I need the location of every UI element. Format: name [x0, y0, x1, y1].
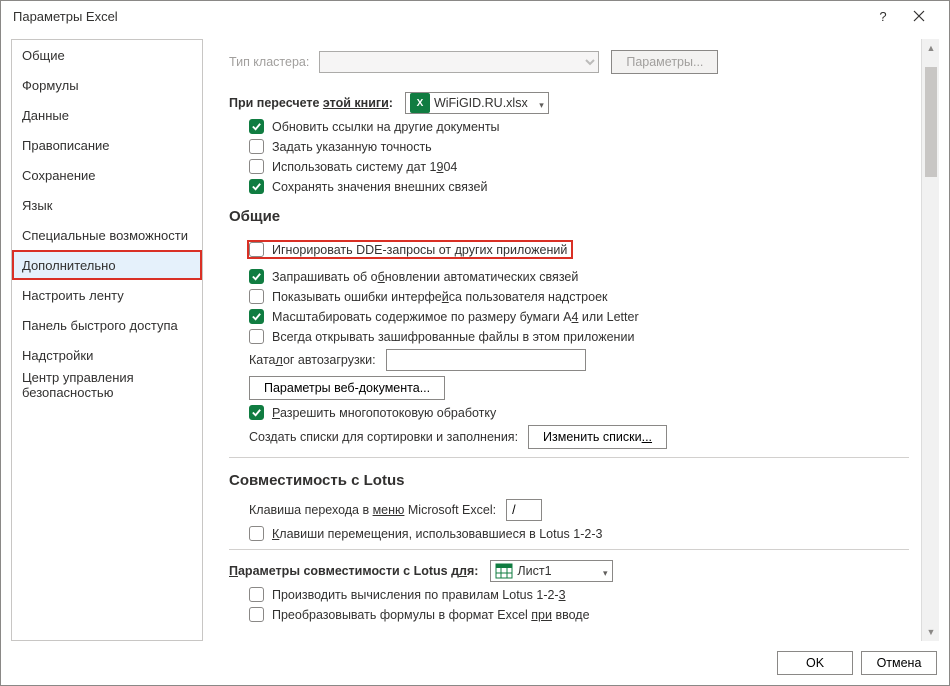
- scroll-thumb[interactable]: [925, 67, 937, 177]
- label-lotus-eval: Производить вычисления по правилам Lotus…: [272, 588, 566, 602]
- menu-key-input[interactable]: [506, 499, 542, 521]
- excel-options-window: Параметры Excel ? Общие Формулы Данные П…: [0, 0, 950, 686]
- sidebar-item-advanced[interactable]: Дополнительно: [12, 250, 202, 280]
- scroll-up-icon[interactable]: ▲: [922, 39, 940, 57]
- checkbox-show-addin-errors[interactable]: [249, 289, 264, 304]
- sort-lists-label: Создать списки для сортировки и заполнен…: [249, 430, 518, 444]
- sidebar-item-language[interactable]: Язык: [12, 190, 202, 220]
- sheet-icon: [495, 563, 513, 579]
- lotus-compat-label: Параметры совместимости с Lotus для:: [229, 564, 478, 578]
- recalc-label: При пересчете этой книги:: [229, 96, 393, 110]
- sidebar-item-accessibility[interactable]: Специальные возможности: [12, 220, 202, 250]
- ok-button[interactable]: OK: [777, 651, 853, 675]
- row-ignore-dde: Игнорировать DDE-запросы от других прило…: [247, 240, 573, 259]
- label-scale-a4: Масштабировать содержимое по размеру бум…: [272, 310, 639, 324]
- sidebar-item-customize-ribbon[interactable]: Настроить ленту: [12, 280, 202, 310]
- sidebar-item-save[interactable]: Сохранение: [12, 160, 202, 190]
- window-title: Параметры Excel: [13, 9, 865, 24]
- checkbox-open-encrypted[interactable]: [249, 329, 264, 344]
- sidebar-item-formulas[interactable]: Формулы: [12, 70, 202, 100]
- checkbox-lotus-nav[interactable]: [249, 526, 264, 541]
- titlebar: Параметры Excel ?: [1, 1, 949, 31]
- cancel-button[interactable]: Отмена: [861, 651, 937, 675]
- autoload-input[interactable]: [386, 349, 586, 371]
- menu-key-label: Клавиша перехода в меню Microsoft Excel:: [249, 503, 496, 517]
- checkbox-scale-a4[interactable]: [249, 309, 264, 324]
- options-content: Тип кластера: Параметры... При пересчете…: [213, 39, 921, 641]
- scroll-down-icon[interactable]: ▼: [922, 623, 940, 641]
- label-keep-external: Сохранять значения внешних связей: [272, 180, 487, 194]
- label-use-1904: Использовать систему дат 1904: [272, 160, 457, 174]
- checkbox-multithread[interactable]: [249, 405, 264, 420]
- autoload-label: Каталог автозагрузки:: [249, 353, 376, 367]
- cluster-params-button: Параметры...: [611, 50, 718, 74]
- options-sidebar[interactable]: Общие Формулы Данные Правописание Сохран…: [11, 39, 203, 641]
- lotus-compat-sheet-select[interactable]: Лист1▾: [490, 560, 612, 582]
- web-options-button[interactable]: Параметры веб-документа...: [249, 376, 445, 400]
- sidebar-item-general[interactable]: Общие: [12, 40, 202, 70]
- sidebar-item-addins[interactable]: Надстройки: [12, 340, 202, 370]
- checkbox-lotus-eval[interactable]: [249, 587, 264, 602]
- label-update-links: Обновить ссылки на другие документы: [272, 120, 500, 134]
- label-lotus-nav: Клавиши перемещения, использовавшиеся в …: [272, 527, 602, 541]
- content-scrollbar[interactable]: ▲ ▼: [921, 39, 939, 641]
- label-ask-update: Запрашивать об обновлении автоматических…: [272, 270, 578, 284]
- sidebar-item-qat[interactable]: Панель быстрого доступа: [12, 310, 202, 340]
- checkbox-ask-update[interactable]: [249, 269, 264, 284]
- label-ignore-dde: Игнорировать DDE-запросы от других прило…: [272, 243, 567, 257]
- chevron-down-icon: ▾: [539, 100, 544, 111]
- label-set-precision: Задать указанную точность: [272, 140, 432, 154]
- section-general-heading: Общие: [229, 208, 909, 225]
- recalc-workbook-select[interactable]: X WiFiGID.RU.xlsx▾: [405, 92, 549, 114]
- checkbox-ignore-dde[interactable]: [249, 242, 264, 257]
- cluster-type-label: Тип кластера:: [229, 55, 309, 69]
- close-button[interactable]: [901, 1, 937, 31]
- sidebar-item-trust-center[interactable]: Центр управления безопасностью: [12, 370, 202, 400]
- sidebar-item-proofing[interactable]: Правописание: [12, 130, 202, 160]
- label-show-addin-errors: Показывать ошибки интерфейса пользовател…: [272, 290, 608, 304]
- label-lotus-convert: Преобразовывать формулы в формат Excel п…: [272, 608, 590, 622]
- chevron-down-icon: ▾: [603, 568, 608, 579]
- sidebar-item-data[interactable]: Данные: [12, 100, 202, 130]
- close-icon: [913, 10, 925, 22]
- checkbox-lotus-convert[interactable]: [249, 607, 264, 622]
- help-button[interactable]: ?: [865, 1, 901, 31]
- checkbox-keep-external[interactable]: [249, 179, 264, 194]
- section-lotus-heading: Совместимость с Lotus: [229, 472, 909, 489]
- label-multithread: Разрешить многопотоковую обработку: [272, 406, 496, 420]
- checkbox-use-1904[interactable]: [249, 159, 264, 174]
- dialog-footer: OK Отмена: [1, 641, 949, 685]
- checkbox-set-precision[interactable]: [249, 139, 264, 154]
- excel-file-icon: X: [410, 93, 430, 113]
- checkbox-update-links[interactable]: [249, 119, 264, 134]
- cluster-type-select: [319, 51, 599, 73]
- edit-lists-button[interactable]: Изменить списки...: [528, 425, 667, 449]
- label-open-encrypted: Всегда открывать зашифрованные файлы в э…: [272, 330, 634, 344]
